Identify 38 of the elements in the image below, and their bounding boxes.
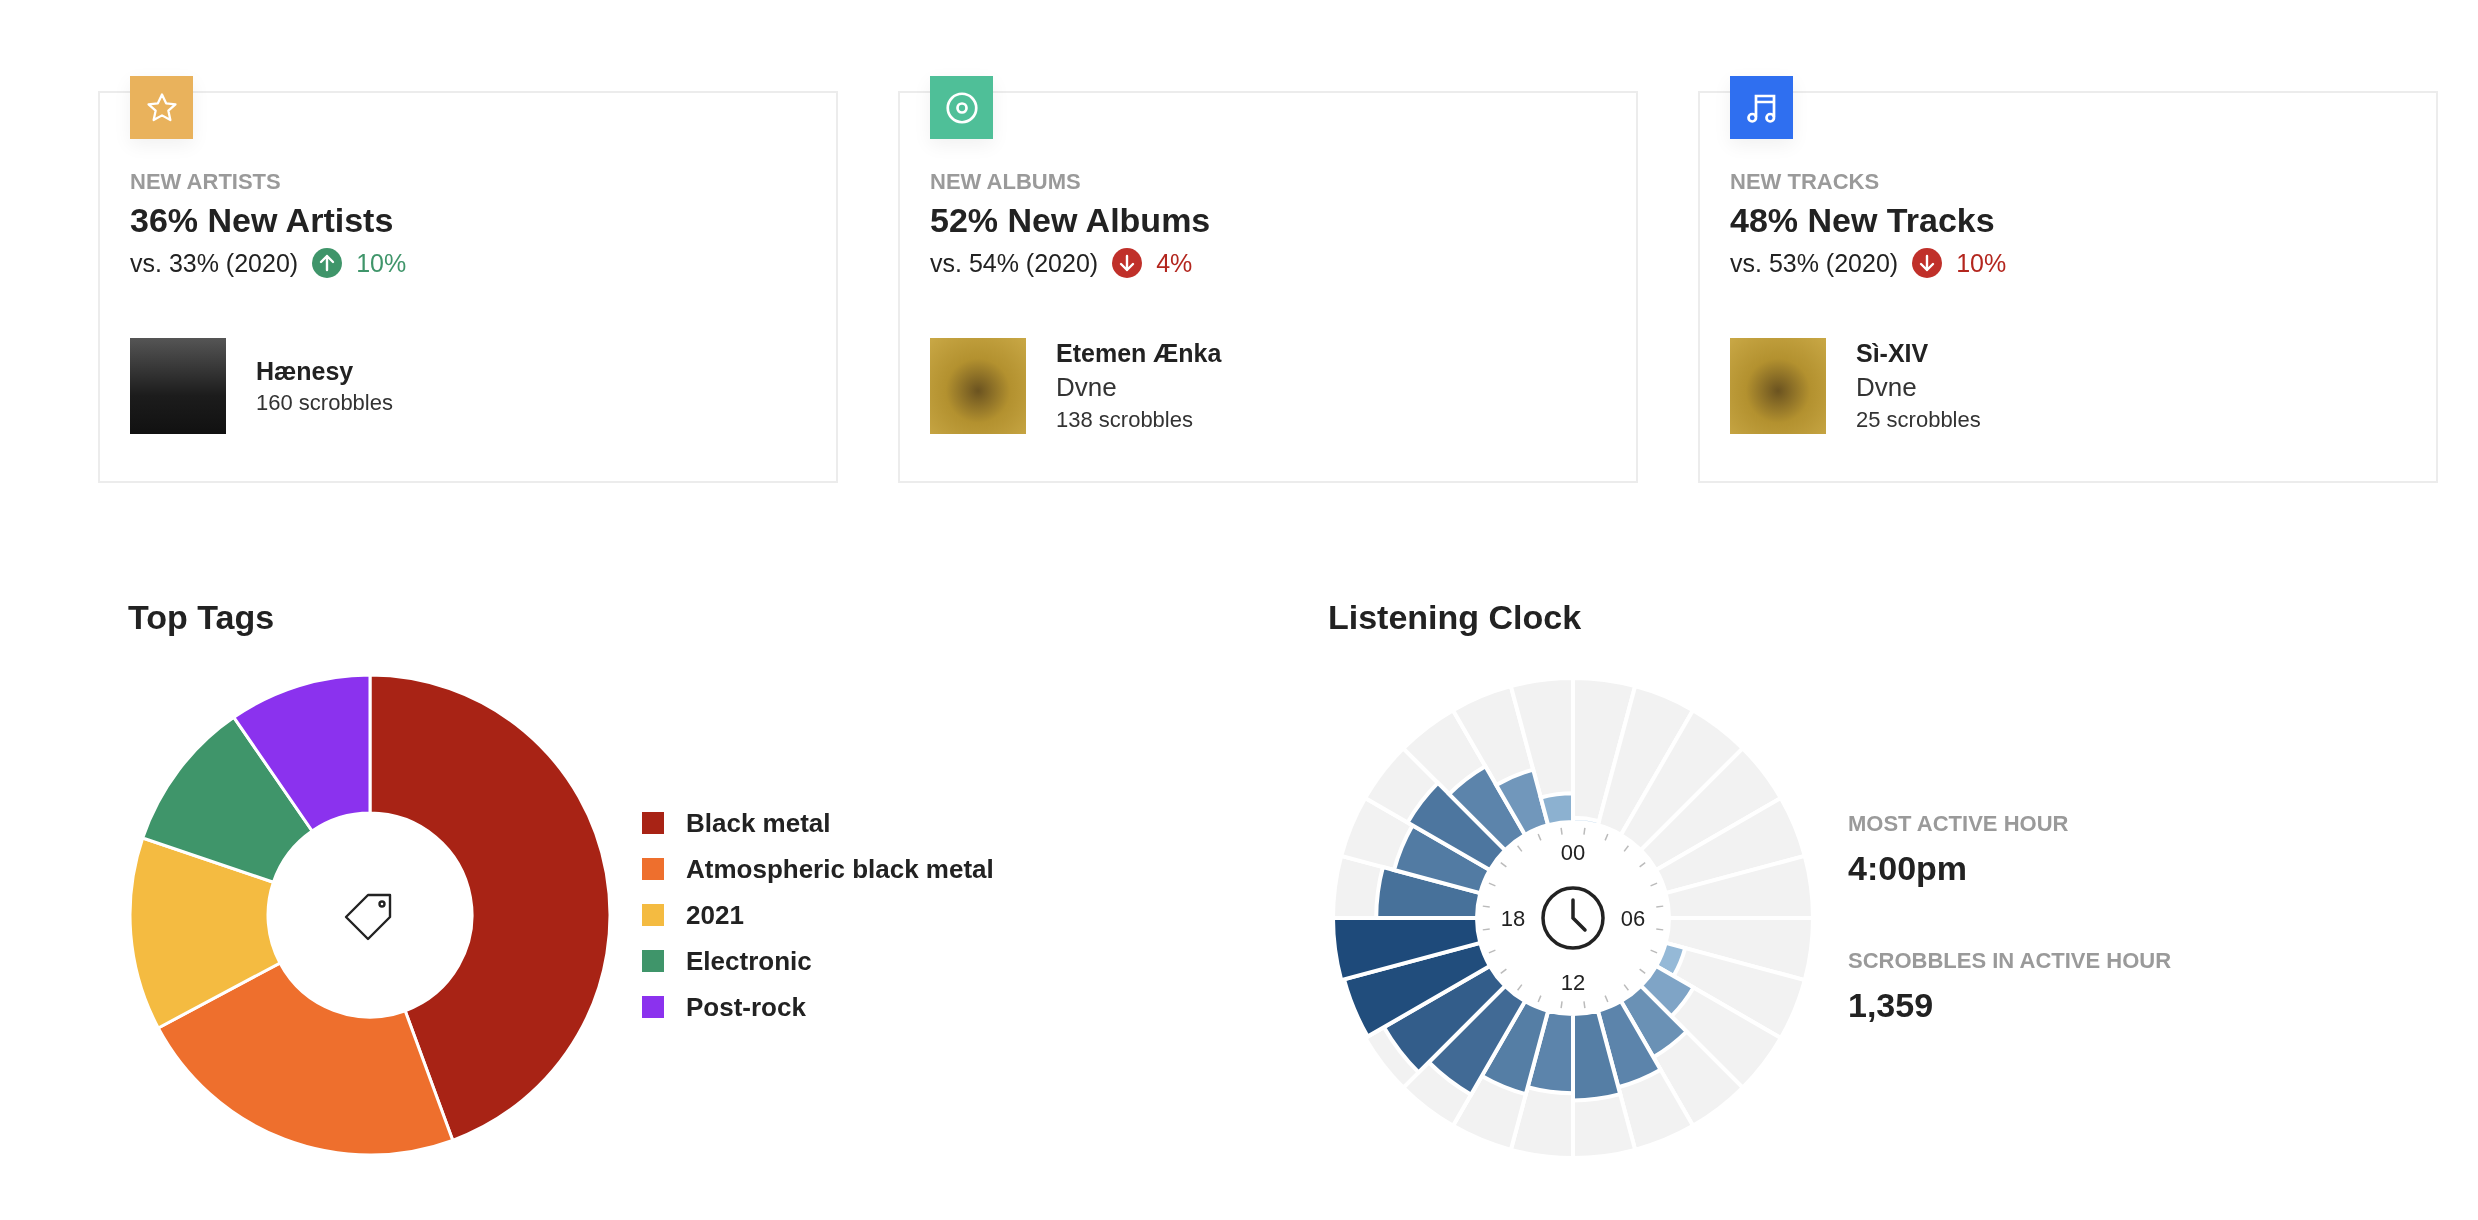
change-value: 10% (356, 248, 407, 278)
card-label: NEW ALBUMS (930, 169, 1082, 195)
scrobble-count: 25 scrobbles (1856, 407, 1981, 433)
stat-label: MOST ACTIVE HOUR (1848, 811, 2070, 837)
legend-label: Black metal (686, 807, 831, 839)
scrobble-count: 160 scrobbles (256, 389, 393, 416)
stat-value: 1,359 (1848, 986, 1935, 1025)
card-label: NEW ARTISTS (130, 169, 282, 195)
section-title: Top Tags (128, 598, 276, 637)
clock-icon (1541, 886, 1605, 950)
item-name: Etemen Ænka (1056, 339, 1222, 368)
hour-label: 12 (1560, 970, 1586, 995)
hour-label: 00 (1560, 840, 1586, 865)
comparison-text: vs. 33% (2020) (130, 248, 299, 278)
card-title: 36% New Artists (130, 201, 395, 240)
item-artist: Dvne (1056, 372, 1118, 403)
hour-label: 18 (1500, 906, 1526, 931)
comparison-text: vs. 54% (2020) (930, 248, 1099, 278)
stat-label: SCROBBLES IN ACTIVE HOUR (1848, 948, 2172, 974)
legend-label: Electronic (686, 945, 812, 977)
card-title: 52% New Albums (930, 201, 1212, 240)
item-name: Hænesy (256, 356, 355, 386)
scrobble-count: 138 scrobbles (1056, 407, 1194, 433)
legend-label: Post-rock (686, 991, 806, 1023)
item-artist: Dvne (1856, 372, 1918, 403)
legend-label: Atmospheric black metal (686, 853, 994, 885)
disc-icon (943, 89, 980, 126)
stat-value: 4:00pm (1848, 849, 1969, 888)
item-name: Sì-XIV (1856, 339, 1930, 368)
change-value: 4% (1156, 248, 1193, 278)
tag-icon (344, 893, 392, 941)
legend-label: 2021 (686, 899, 744, 931)
change-value: 10% (1956, 248, 2007, 278)
section-title: Listening Clock (1328, 598, 1583, 637)
card-title: 48% New Tracks (1730, 201, 1996, 240)
comparison-text: vs. 53% (2020) (1730, 248, 1899, 278)
hour-label: 06 (1620, 906, 1646, 931)
card-label: NEW TRACKS (1730, 169, 1881, 195)
